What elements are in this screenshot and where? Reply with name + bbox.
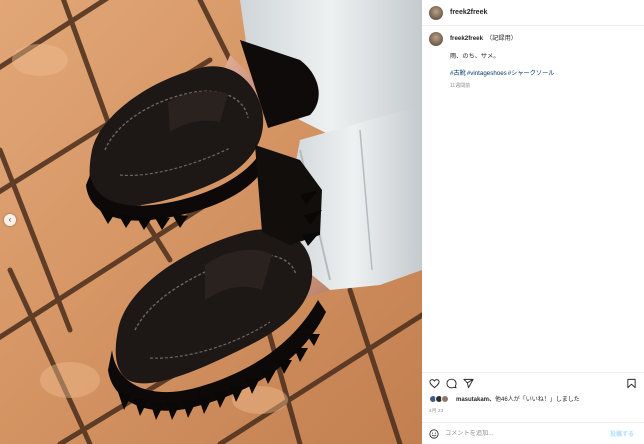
hashtag-link[interactable]: #古靴 [450, 70, 466, 77]
emoji-icon[interactable] [429, 428, 439, 439]
comment-input[interactable] [445, 430, 595, 437]
caption-author[interactable]: freek2freek [450, 35, 483, 42]
share-icon[interactable] [463, 378, 474, 389]
time-ago: 11週間前 [450, 83, 471, 89]
carousel-prev-button[interactable]: ‹ [4, 214, 16, 226]
post-caption: freek2freek （記録用） 雨、のち、サメ。 #古靴#vintagesho… [429, 32, 637, 89]
likes-summary: masutakam、他46人が「いいね！」しました [429, 394, 580, 403]
caption-header: freek2freek （記録用） [450, 33, 556, 42]
likes-text: masutakam、他46人が「いいね！」しました [456, 394, 580, 403]
post-sidebar: freek2freek freek2freek （記録用） 雨、のち、サメ。 #古… [422, 0, 644, 444]
post-header: freek2freek [422, 0, 644, 26]
liker-avatars[interactable] [429, 394, 453, 403]
liker-username[interactable]: masutakam、 [456, 397, 495, 403]
author-username[interactable]: freek2freek [450, 9, 487, 16]
caption-text: 雨、のち、サメ。 [450, 53, 500, 60]
post-date[interactable]: 4月 23 [429, 408, 444, 414]
heart-icon[interactable] [429, 378, 440, 389]
caption-note: （記録用） [486, 35, 517, 42]
chevron-left-icon: ‹ [8, 215, 12, 224]
action-bar [422, 372, 644, 392]
post-comment-button[interactable]: 投稿する [610, 429, 634, 438]
shoes-photo [0, 0, 422, 444]
comment-icon[interactable] [446, 378, 457, 389]
likes-count-text[interactable]: 他46人が「いいね！」しました [495, 397, 580, 403]
avatar [441, 394, 449, 403]
comment-bar: 投稿する [422, 422, 644, 444]
hashtags: #古靴#vintageshoes#シャークソール [450, 68, 556, 77]
hashtag-link[interactable]: #シャークソール [508, 70, 555, 77]
caption-avatar[interactable] [429, 32, 443, 46]
avatar[interactable] [429, 5, 443, 20]
bookmark-icon[interactable] [626, 378, 637, 389]
post-photo[interactable]: ‹ [0, 0, 422, 444]
hashtag-link[interactable]: #vintageshoes [467, 70, 507, 77]
